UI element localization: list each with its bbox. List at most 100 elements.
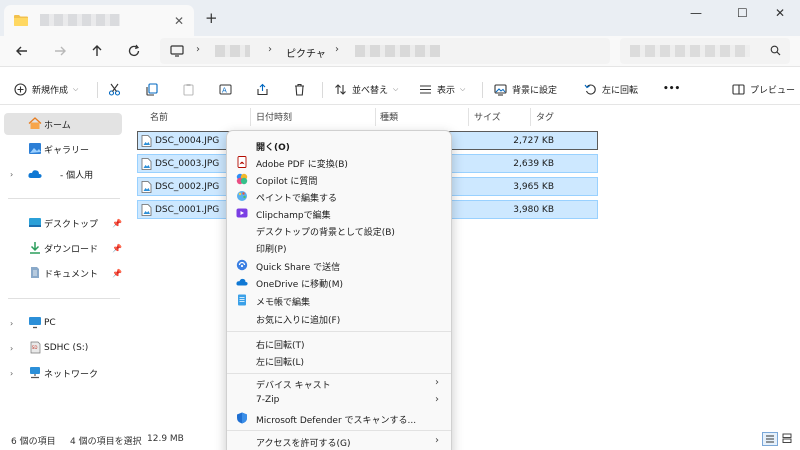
breadcrumb-pictures[interactable]: ピクチャ [286,45,326,60]
chevron-right-icon: › [10,169,14,179]
sidebar-item-gallery[interactable]: ギャラリー [4,138,122,160]
menu-item-defender-scan[interactable]: Microsoft Defender でスキャンする... [231,410,447,427]
chevron-right-icon: › [10,368,14,378]
back-arrow-icon[interactable] [15,44,29,58]
tiles-view-button[interactable] [780,432,796,446]
column-header-date[interactable]: 日付時刻 [256,110,292,126]
download-icon [28,241,42,254]
menu-item-rotate-right[interactable]: 右に回転(T) [231,335,447,352]
pin-icon[interactable]: 📌 [112,269,122,278]
column-header-size[interactable]: サイズ [474,110,501,126]
new-tab-button[interactable]: + [205,9,218,27]
preview-pane-icon [732,83,745,96]
forward-arrow-icon[interactable] [53,44,67,58]
breadcrumb-redacted[interactable] [215,45,250,57]
preview-pane-button[interactable]: プレビュー [732,80,795,98]
minimize-button[interactable]: — [690,6,702,20]
menu-divider [227,430,451,431]
new-button[interactable]: 新規作成 ⌵ [14,80,78,98]
menu-item-label: アクセスを許可する(G) [256,439,351,449]
address-bar[interactable]: › › ピクチャ › [160,38,610,64]
menu-item-print[interactable]: 印刷(P) [231,239,447,256]
view-list-icon [419,83,432,96]
tiles-view-icon [782,433,792,443]
sidebar-item-onedrive[interactable]: › - 個人用 [4,163,122,185]
search-box[interactable] [620,38,790,64]
chevron-down-icon: ⌵ [460,84,466,93]
svg-text:SD: SD [32,345,38,350]
tab-close-icon[interactable]: ✕ [174,14,184,28]
up-arrow-icon[interactable] [90,44,104,58]
menu-item-add-favorites[interactable]: お気に入りに追加(F) [231,310,447,327]
menu-item-onedrive[interactable]: OneDrive に移動(M) [231,274,447,291]
pin-icon[interactable]: 📌 [112,244,122,253]
file-name: DSC_0003.JPG [155,159,220,169]
maximize-button[interactable]: ☐ [737,6,748,20]
details-view-button[interactable] [762,432,778,446]
sidebar-item-home[interactable]: ホーム [4,113,122,135]
menu-item-notepad[interactable]: メモ帳で編集 [231,292,447,309]
clipboard-icon [182,83,195,96]
breadcrumb-separator: › [268,44,272,55]
sidebar-item-label: ダウンロード [44,244,99,255]
column-header-tags[interactable]: タグ [536,110,554,126]
paste-button[interactable] [182,80,195,98]
cut-button[interactable] [108,80,121,98]
paint-icon [236,190,248,202]
title-bar: ✕ + — ☐ ✕ [0,0,800,36]
menu-item-7zip[interactable]: 7-Zip › [231,392,447,409]
menu-item-clipchamp[interactable]: Clipchampで編集 [231,205,447,222]
desktop-icon [28,216,42,229]
trash-icon [293,83,306,96]
column-separator[interactable] [250,108,251,126]
divider [0,66,800,67]
menu-item-open[interactable]: 開く(O) [231,137,447,154]
share-button[interactable] [256,80,269,98]
sort-button[interactable]: 並べ替え ⌵ [334,80,398,98]
tab-pictures[interactable]: ✕ [4,5,194,36]
sidebar-item-network[interactable]: › ネットワーク [4,362,122,384]
file-size: 3,965 KB [513,182,554,192]
column-header-type[interactable]: 種類 [380,110,398,126]
home-icon [28,117,42,130]
breadcrumb-separator: › [335,44,339,55]
breadcrumb-redacted[interactable] [355,45,440,57]
copy-button[interactable] [145,80,158,98]
search-placeholder-redacted [630,45,750,57]
sidebar-item-sdhc[interactable]: › SD SDHC (S:) [4,337,122,359]
close-button[interactable]: ✕ [775,6,785,20]
menu-item-label: OneDrive に移動(M) [256,280,343,290]
menu-item-set-desktop-background[interactable]: デスクトップの背景として設定(B) [231,222,447,239]
set-background-button[interactable]: 背景に設定 [494,80,557,98]
column-separator[interactable] [530,108,531,126]
menu-divider [227,373,451,374]
pc-icon [28,316,42,329]
status-selected-count: 4 個の項目を選択 [70,437,142,447]
breadcrumb-separator: › [196,44,200,55]
menu-item-convert-pdf[interactable]: Adobe PDF に変換(B) [231,154,447,171]
sidebar-item-pc[interactable]: › PC [4,312,122,334]
rename-button[interactable]: A [219,80,232,98]
more-options-button[interactable]: ••• [663,80,680,98]
column-header-name[interactable]: 名前 [150,110,168,126]
rotate-left-button[interactable]: 左に回転 [584,80,638,98]
submenu-arrow-icon: › [435,435,439,446]
menu-item-paint[interactable]: ペイントで編集する [231,188,447,205]
refresh-icon[interactable] [127,44,141,58]
menu-item-label: Clipchampで編集 [256,211,331,221]
sidebar-item-desktop[interactable]: デスクトップ 📌 [4,212,122,234]
delete-button[interactable] [293,80,306,98]
column-separator[interactable] [468,108,469,126]
view-button[interactable]: 表示 ⌵ [419,80,465,98]
sidebar-item-documents[interactable]: ドキュメント 📌 [4,262,122,284]
sidebar-item-downloads[interactable]: ダウンロード 📌 [4,237,122,259]
pin-icon[interactable]: 📌 [112,219,122,228]
menu-item-rotate-left[interactable]: 左に回転(L) [231,352,447,369]
menu-item-quick-share[interactable]: Quick Share で送信 [231,257,447,274]
menu-item-cast-device[interactable]: デバイス キャスト › [231,375,447,392]
file-size: 3,980 KB [513,205,554,215]
menu-item-give-access[interactable]: アクセスを許可する(G) › [231,433,447,450]
menu-item-copilot[interactable]: Copilot に質問 [231,171,447,188]
column-separator[interactable] [375,108,376,126]
search-icon [770,45,781,56]
